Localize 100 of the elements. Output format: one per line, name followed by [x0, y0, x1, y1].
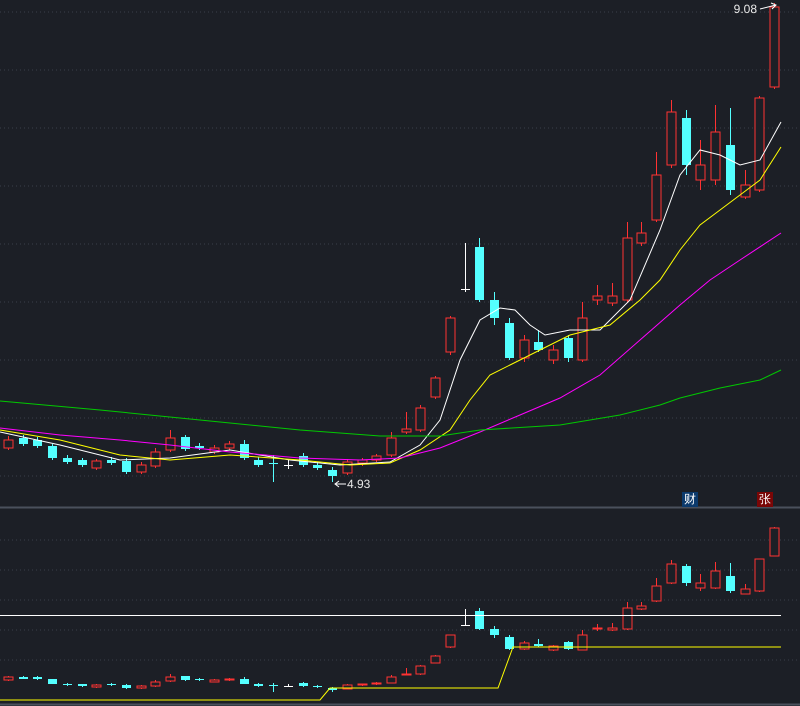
indicator-candlestick: [122, 684, 131, 690]
indicator-candlestick: [666, 560, 676, 584]
candlestick: [564, 334, 573, 362]
indicator-candlestick: [622, 602, 632, 630]
indicator-candlestick: [166, 674, 176, 682]
low-price-label: 4.93: [347, 477, 370, 491]
indicator-candlestick: [682, 564, 691, 586]
indicator-candlestick: [240, 676, 249, 684]
indicator-candlestick: [224, 678, 234, 682]
indicator-candlestick: [534, 638, 543, 648]
indicator-candlestick: [181, 676, 190, 682]
marker-badge[interactable]: 张: [757, 492, 773, 507]
indicator-candlestick: [548, 644, 558, 652]
candlestick: [150, 448, 160, 468]
candlestick: [461, 242, 470, 292]
candlestick: [446, 316, 456, 356]
indicator-candlestick: [210, 678, 220, 682]
candlestick: [386, 432, 396, 458]
candlestick: [4, 436, 14, 450]
indicator-candlestick: [63, 682, 72, 686]
candlestick: [136, 462, 146, 474]
indicator-candlestick: [416, 664, 426, 676]
candlestick: [224, 440, 234, 450]
candlestick: [416, 404, 426, 432]
indicator-candlestick: [608, 622, 618, 632]
indicator-candlestick: [19, 676, 28, 680]
candlestick: [240, 440, 249, 460]
indicator-candlestick: [107, 682, 116, 686]
leader-arrow: [760, 2, 777, 10]
candlestick: [696, 140, 706, 190]
marker-badge[interactable]: 财: [682, 492, 698, 507]
indicator-candlestick: [313, 684, 322, 688]
candlestick: [372, 454, 382, 462]
indicator-candlestick: [505, 634, 514, 650]
indicator-candlestick: [386, 674, 396, 684]
candlestick: [682, 110, 691, 176]
indicator-candlestick: [461, 608, 470, 626]
candlestick: [548, 344, 558, 364]
indicator-candlestick: [402, 668, 412, 676]
candlestick: [520, 334, 530, 362]
candlestick: [269, 454, 278, 482]
indicator-candlestick: [726, 562, 735, 594]
candlestick: [284, 460, 293, 470]
candlestick: [63, 454, 72, 464]
candlestick: [592, 284, 602, 306]
indicator-candlestick: [652, 578, 662, 602]
candlestick: [19, 434, 28, 446]
indicator-candlestick: [696, 574, 706, 592]
candlestick: [48, 444, 57, 460]
candlestick: [210, 444, 220, 454]
candlestick: [328, 466, 337, 482]
candlestick: [475, 238, 484, 302]
indicator-candlestick: [4, 676, 14, 682]
indicator-candlestick: [150, 680, 160, 688]
candlestick: [181, 434, 190, 452]
candlestick: [78, 458, 87, 468]
indicator-candlestick: [269, 682, 278, 692]
leader-arrow: [334, 480, 346, 488]
candlestick: [636, 222, 646, 246]
candlestick: [299, 452, 308, 468]
indicator-candlestick: [754, 558, 764, 592]
indicator-candlestick: [48, 678, 57, 684]
candlestick: [652, 152, 662, 222]
indicator-candlestick: [740, 584, 750, 594]
indicator-candlestick: [342, 684, 352, 690]
candlestick: [254, 456, 263, 468]
indicator-candlestick: [372, 682, 382, 686]
candlestick: [358, 458, 368, 466]
candlestick: [534, 330, 543, 352]
candlestick: [33, 436, 42, 448]
candlestick: [578, 302, 588, 362]
indicator-candlestick: [490, 626, 499, 638]
indicator-candlestick: [299, 682, 308, 688]
candlestick: [92, 458, 102, 470]
candlestick: [166, 430, 176, 452]
indicator-candlestick: [446, 634, 456, 648]
indicator-candlestick: [710, 562, 720, 590]
indicator-candlestick: [328, 686, 337, 692]
indicator-candlestick: [475, 608, 484, 630]
indicator-candlestick: [195, 678, 204, 682]
candlestick: [490, 292, 499, 326]
candlestick: [666, 100, 676, 168]
candlestick: [740, 170, 750, 200]
indicator-candlestick: [770, 526, 780, 556]
candlestick: [195, 442, 204, 450]
indicator-candlestick: [92, 684, 102, 688]
indicator-candlestick: [430, 654, 440, 664]
indicator-candlestick: [136, 684, 146, 690]
candlestick: [430, 376, 440, 400]
indicator-candlestick: [358, 684, 368, 686]
indicator-candlestick: [78, 684, 87, 688]
candlestick: [342, 458, 352, 476]
candlestick: [505, 318, 514, 360]
candlestick: [107, 456, 116, 466]
indicator-candlestick: [636, 602, 646, 610]
high-price-label: 9.08: [734, 2, 757, 16]
candlestick: [608, 282, 618, 306]
indicator-candlestick: [578, 630, 588, 650]
candlestick: [402, 412, 412, 434]
indicator-candlestick: [284, 684, 293, 688]
